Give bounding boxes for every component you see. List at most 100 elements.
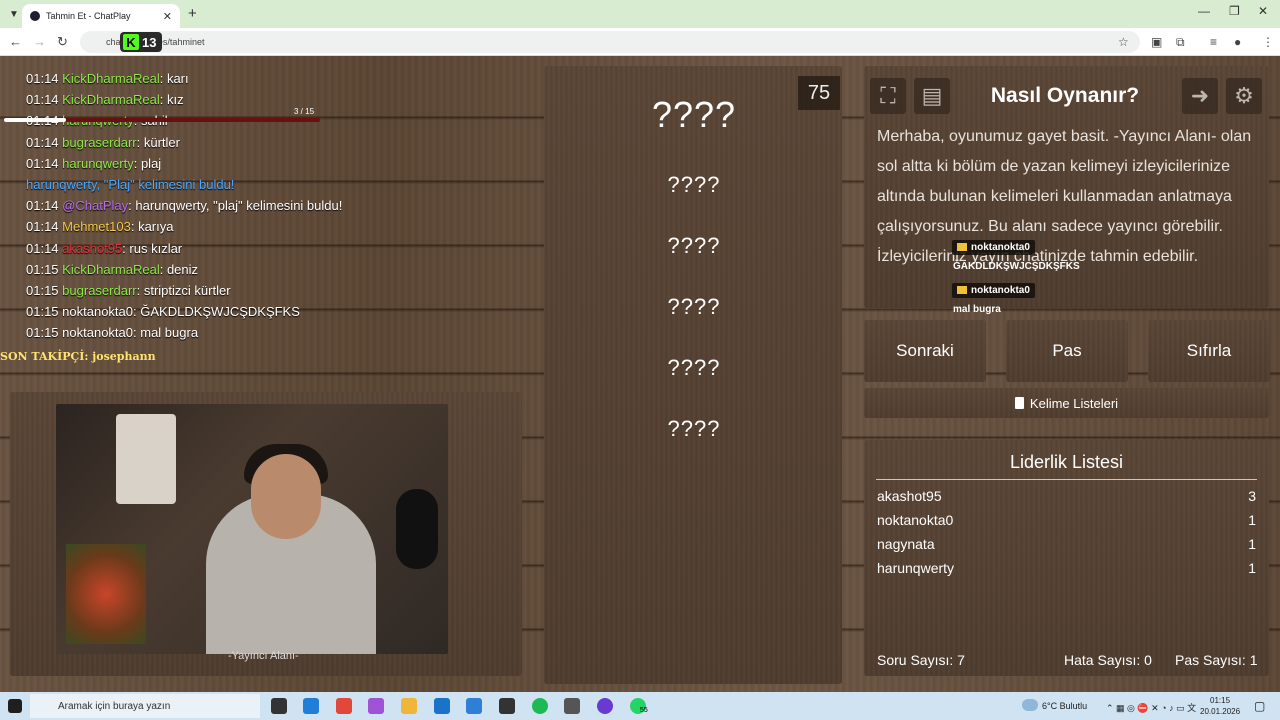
- weather-text[interactable]: 6°C Bulutlu: [1042, 701, 1087, 711]
- obs-icon[interactable]: [499, 698, 515, 714]
- forward-icon[interactable]: →: [33, 34, 46, 49]
- chat-username[interactable]: Mehmet103: [62, 219, 131, 234]
- extensions-icon[interactable]: ⧉: [1176, 35, 1185, 50]
- chat-time: 01:15: [26, 282, 59, 298]
- cam-wall-unit: [116, 414, 176, 504]
- chat-time: 01:15: [26, 304, 59, 320]
- chat-username[interactable]: KickDharmaReal: [62, 71, 160, 86]
- kick-overlay-badge: K 13: [120, 32, 162, 52]
- chat-message: 01:15 bugraserdarr: striptizci kürtler: [26, 282, 231, 298]
- forbidden-word: ????: [667, 416, 721, 441]
- url-field[interactable]: cha r/games/tahminet: [80, 31, 1140, 53]
- follow-goal-count: 3 / 15: [294, 107, 315, 116]
- discord-icon[interactable]: [597, 698, 613, 714]
- leaderboard-name: nagynata: [877, 536, 935, 552]
- close-window-icon[interactable]: ✕: [1258, 4, 1268, 18]
- streamer-area-label: -Yayıncı Alanı-: [228, 650, 299, 662]
- chat-popup: noktanokta0: [952, 283, 1035, 298]
- tab-title: Tahmin Et - ChatPlay: [46, 11, 131, 21]
- tab-close-icon[interactable]: ✕: [163, 10, 172, 23]
- chat-username[interactable]: noktanokta0: [62, 325, 133, 340]
- pass-button[interactable]: Pas: [1006, 320, 1128, 382]
- tray-icons[interactable]: ⌃ ▦ ◎ ⛔ ✕ ◔ ♪ ▭ 文: [1106, 701, 1196, 714]
- reload-icon[interactable]: ↻: [57, 34, 68, 50]
- notifications-icon[interactable]: ▢: [1254, 699, 1265, 713]
- leaderboard-score: 1: [1248, 560, 1256, 576]
- screenshot-icon[interactable]: ▣: [1151, 35, 1162, 49]
- minimize-icon[interactable]: —: [1198, 4, 1210, 18]
- chrome-icon[interactable]: [336, 698, 352, 714]
- chatplay-favicon-icon: [30, 11, 40, 21]
- bookmark-star-icon[interactable]: ☆: [1118, 35, 1129, 49]
- chat-message: 01:14 bugraserdarr: kürtler: [26, 134, 180, 150]
- edge-icon[interactable]: [303, 698, 319, 714]
- word-lists-button[interactable]: Kelime Listeleri: [864, 388, 1269, 418]
- chat-username[interactable]: KickDharmaReal: [62, 262, 160, 277]
- chat-text: karıya: [138, 219, 174, 235]
- taskbar-clock[interactable]: 01:15 20.01.2026: [1200, 695, 1240, 717]
- exit-icon[interactable]: ➜: [1182, 78, 1218, 114]
- weather-cloud-icon: [1022, 699, 1038, 711]
- follow-goal-fill: [4, 118, 66, 122]
- chat-message: 01:15 noktanokta0: mal bugra: [26, 325, 199, 341]
- fullscreen-icon[interactable]: ⛶: [870, 78, 906, 114]
- chat-message: 01:14 akashot95: rus kızlar: [26, 240, 183, 256]
- chat-message: 01:15 KickDharmaReal: deniz: [26, 261, 199, 277]
- notes-icon[interactable]: ▤: [914, 78, 950, 114]
- cam-streamer-head: [251, 454, 321, 539]
- leaderboard-row: harunqwerty 1: [877, 560, 1256, 576]
- chat-text: plaj: [140, 155, 162, 171]
- windows-start-icon[interactable]: [8, 699, 22, 713]
- explorer-icon[interactable]: [401, 698, 417, 714]
- settings-gear-icon[interactable]: ⚙: [1226, 78, 1262, 114]
- forbidden-word: ????: [667, 294, 721, 319]
- chat-text: harunqwerty, "plaj" kelimesini buldu!: [135, 198, 343, 214]
- chat-username[interactable]: bugraserdarr: [62, 135, 136, 150]
- chat-username[interactable]: noktanokta0: [62, 304, 133, 319]
- new-tab-icon[interactable]: +: [188, 5, 197, 22]
- address-bar: ← → ↻ cha r/games/tahminet: [0, 28, 1280, 56]
- task-view-icon[interactable]: [271, 698, 287, 714]
- chat-username[interactable]: @ChatPlay: [62, 198, 128, 213]
- copilot-icon[interactable]: [368, 698, 384, 714]
- profile-avatar-icon[interactable]: ●: [1234, 35, 1241, 49]
- cam-painting: [66, 544, 146, 644]
- spotify-icon[interactable]: [532, 698, 548, 714]
- forbidden-word: ????: [667, 172, 721, 197]
- back-icon[interactable]: ←: [9, 34, 22, 49]
- browser-tab[interactable]: Tahmin Et - ChatPlay ✕: [22, 4, 180, 28]
- kick-logo-icon: K: [123, 34, 139, 50]
- menu-kebab-icon[interactable]: ⋮: [1262, 35, 1274, 49]
- reset-button[interactable]: Sıfırla: [1148, 320, 1270, 382]
- clock-date: 20.01.2026: [1200, 707, 1241, 716]
- leaderboard-row: akashot95 3: [877, 488, 1256, 504]
- chat-time: 01:14: [26, 219, 59, 235]
- next-button[interactable]: Sonraki: [864, 320, 986, 382]
- clock-time: 01:15: [1210, 696, 1231, 705]
- outlook-icon[interactable]: [434, 698, 450, 714]
- chat-popup-message: ĞAKDLDKŞWJCŞDKŞFKS: [953, 261, 1080, 272]
- taskbar-search[interactable]: Aramak için buraya yazın: [30, 694, 260, 718]
- app-icon[interactable]: [564, 698, 580, 714]
- chat-username[interactable]: akashot95: [62, 241, 122, 256]
- chat-text: kürtler: [143, 134, 180, 150]
- chat-username[interactable]: KickDharmaReal: [62, 92, 160, 107]
- leaderboard-score: 1: [1248, 512, 1256, 528]
- chat-text: mal bugra: [140, 325, 199, 341]
- chat-username[interactable]: bugraserdarr: [62, 283, 136, 298]
- webcam-feed: [56, 404, 448, 654]
- leaderboard-score: 1: [1248, 536, 1256, 552]
- chat-time: 01:14: [26, 198, 59, 214]
- chat-time: 01:14: [26, 134, 59, 150]
- pass-count: Pas Sayısı: 1: [1175, 652, 1258, 668]
- restore-icon[interactable]: ❐: [1229, 4, 1240, 18]
- media-icon[interactable]: ≡: [1210, 35, 1217, 49]
- chat-username[interactable]: harunqwerty: [62, 156, 134, 171]
- chat-message: 01:14 harunqwerty: plaj: [26, 155, 162, 171]
- question-count: Soru Sayısı: 7: [877, 652, 965, 668]
- crown-icon: [957, 286, 967, 295]
- tab-strip: ▼ Tahmin Et - ChatPlay ✕ + — ❐ ✕: [0, 0, 1280, 28]
- popup-user: noktanokta0: [971, 242, 1030, 253]
- store-icon[interactable]: [466, 698, 482, 714]
- leaderboard-title: Liderlik Listesi: [876, 452, 1257, 480]
